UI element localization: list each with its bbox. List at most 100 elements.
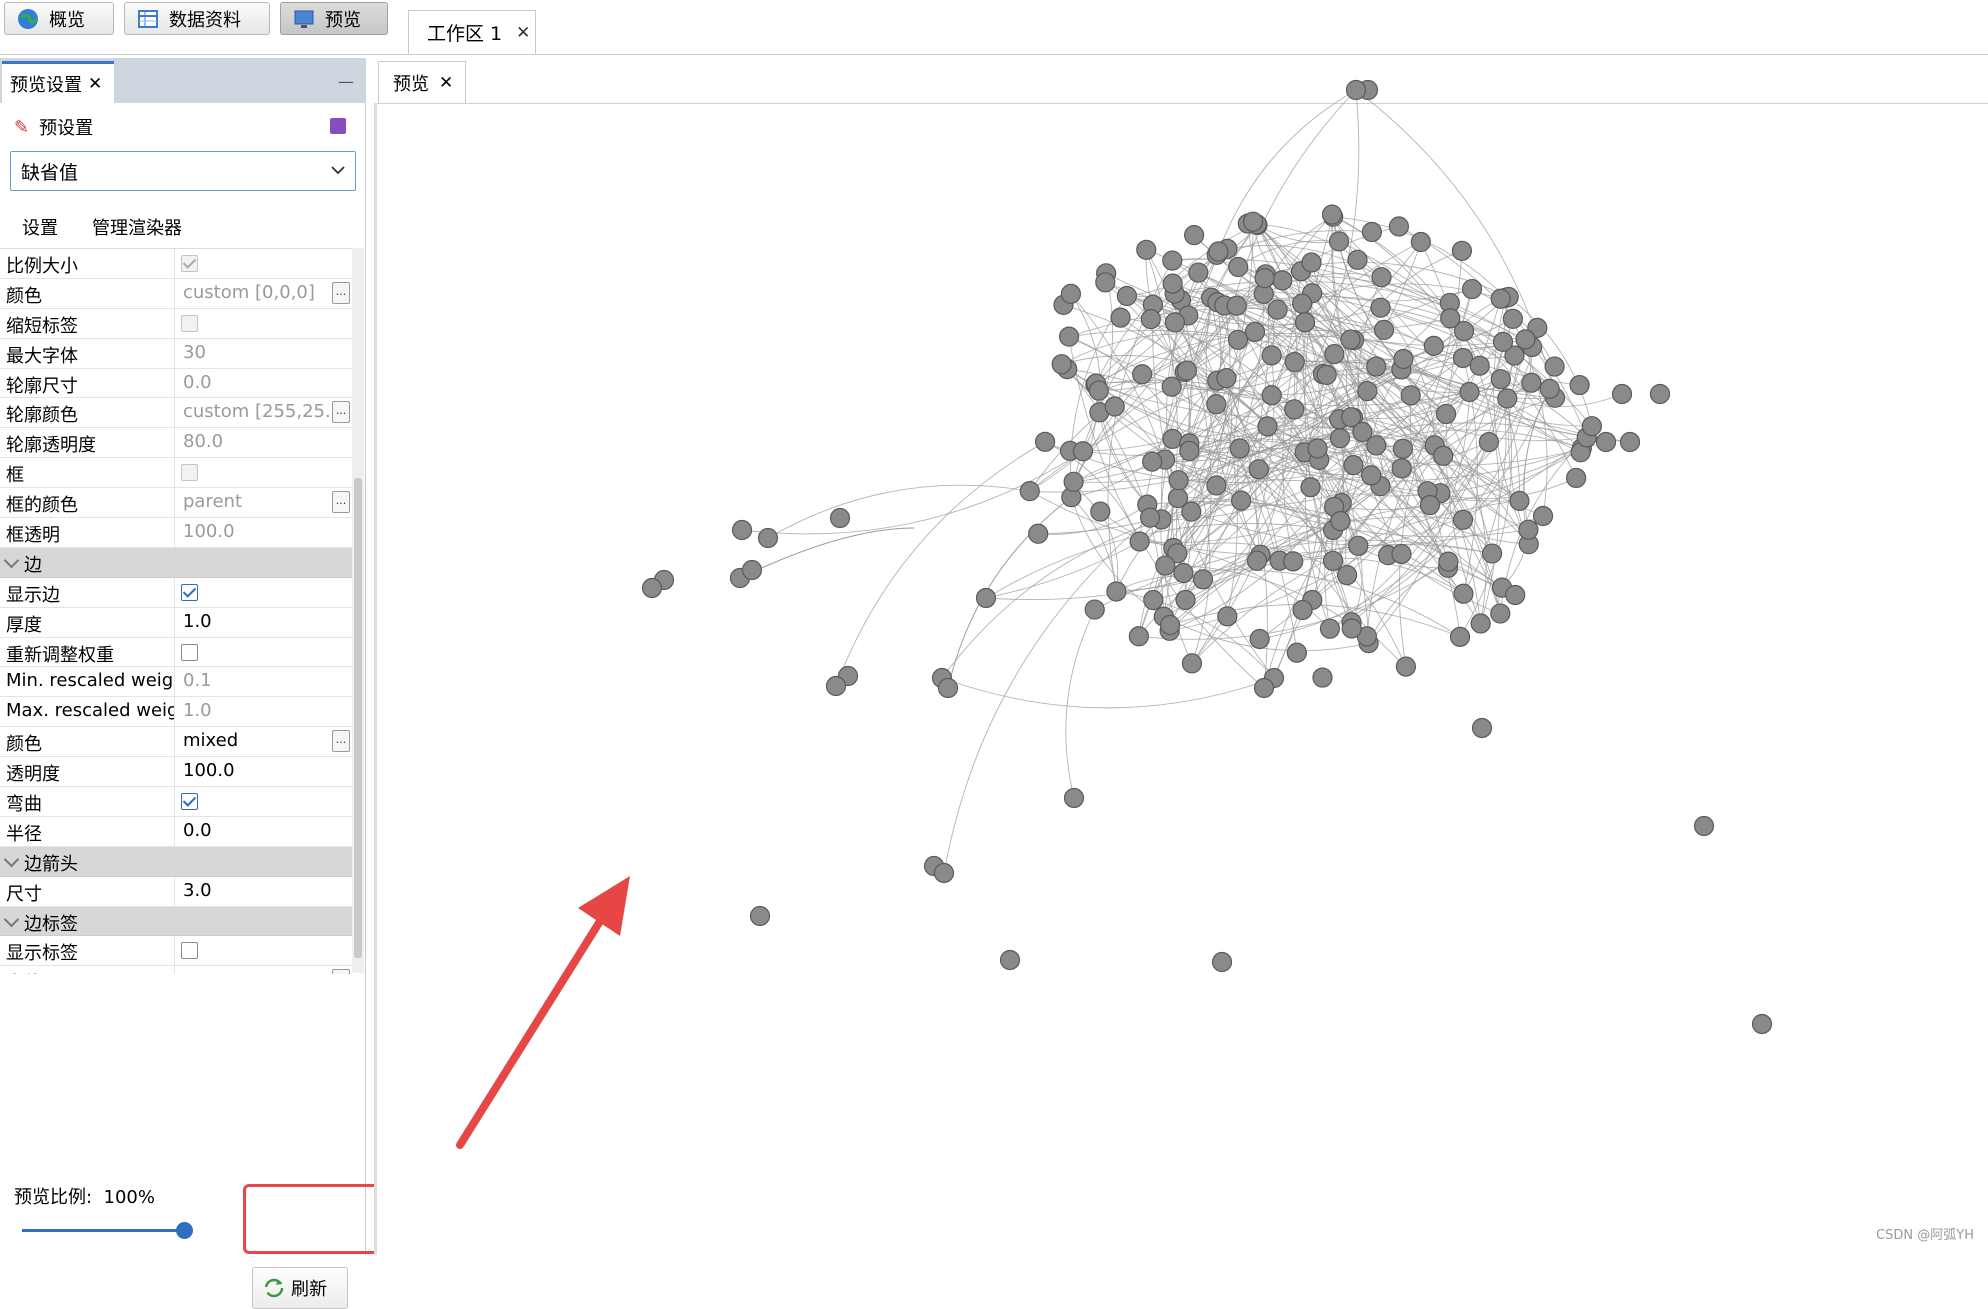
graph-node[interactable] [1058,326,1080,347]
graph-node[interactable] [1319,618,1341,639]
graph-node[interactable] [1471,717,1493,739]
graph-node[interactable] [1395,656,1417,677]
graph-node[interactable] [1286,642,1307,663]
graph-node[interactable] [1261,345,1282,366]
graph-node[interactable] [1208,241,1229,262]
graph-node[interactable] [1470,613,1491,634]
property-section[interactable]: 边箭头 [0,846,352,877]
graph-node[interactable] [1388,216,1410,237]
graph-node[interactable] [1341,618,1362,639]
graph-node[interactable] [1176,360,1197,381]
graph-node[interactable] [1261,385,1282,406]
graph-node[interactable] [1254,267,1275,289]
graph-node[interactable] [1340,329,1361,350]
overview-button[interactable]: 概览 [4,2,114,35]
graph-node[interactable] [1532,505,1554,527]
graph-node[interactable] [1751,1013,1773,1035]
preview-button[interactable]: 预览 [280,2,388,35]
close-icon[interactable]: ✕ [516,23,530,43]
graph-node[interactable] [1693,815,1715,837]
graph-node[interactable] [1410,231,1431,253]
graph-node[interactable] [1329,428,1351,449]
graph-node[interactable] [1312,667,1333,688]
graph-node[interactable] [1469,355,1490,376]
graph-node[interactable] [1063,787,1085,809]
graph-node[interactable] [1090,501,1111,522]
graph-node[interactable] [1162,250,1183,271]
graph-node[interactable] [1181,653,1203,674]
graph-node[interactable] [1451,240,1473,261]
graph-node[interactable] [1566,467,1587,489]
graph-node[interactable] [1206,475,1227,496]
graph-node[interactable] [1019,481,1040,502]
graph-node[interactable] [1088,380,1109,401]
graph-node[interactable] [1063,471,1084,492]
graph-node[interactable] [1136,239,1157,260]
data-lab-button[interactable]: 数据资料 [124,2,270,35]
minimize-icon[interactable]: — [338,72,354,91]
graph-node[interactable] [1307,438,1328,459]
property-value[interactable]: Arial 10 □□ [174,966,352,974]
graph-node[interactable] [1435,403,1457,425]
graph-node[interactable] [1132,364,1153,385]
graph-node[interactable] [1155,555,1176,576]
graph-node[interactable] [1139,507,1161,528]
graph-node[interactable] [1142,451,1163,472]
graph-node[interactable] [1324,343,1345,365]
graph-node[interactable] [1035,431,1056,452]
graph-node[interactable] [1352,421,1373,443]
graph-node[interactable] [1478,431,1499,453]
graph-node[interactable] [999,949,1021,971]
graph-node[interactable] [1217,606,1238,627]
graph-node[interactable] [1361,465,1382,486]
graph-node[interactable] [1116,285,1137,307]
tab-manage-renderers[interactable]: 管理渲染器 [92,214,182,240]
graph-node[interactable] [1159,614,1181,636]
graph-node[interactable] [1371,267,1392,288]
chevron-down-icon[interactable] [3,552,20,569]
graph-node[interactable] [1162,273,1183,294]
property-value[interactable]: 100.0 [174,757,352,787]
graph-node[interactable] [1539,378,1560,399]
graph-node[interactable] [1168,470,1189,491]
tab-settings[interactable]: 设置 [22,214,58,240]
graph-node[interactable] [641,577,663,599]
graph-node[interactable] [1459,381,1480,403]
property-section[interactable]: 边标签 [0,906,352,937]
chevron-down-icon[interactable] [3,911,20,927]
graph-node[interactable] [1330,511,1351,532]
graph-node[interactable] [1248,459,1269,480]
scrollbar-thumb[interactable] [354,478,362,958]
graph-node[interactable] [1181,501,1202,522]
graph-node[interactable] [1337,564,1358,586]
graph-node[interactable] [1452,347,1474,369]
graph-node[interactable] [1188,262,1209,283]
graph-node[interactable] [933,862,955,884]
graph-node[interactable] [1357,380,1378,402]
graph-node[interactable] [1253,677,1275,699]
graph-node[interactable] [1423,335,1444,356]
graph-node[interactable] [1227,329,1249,350]
graph-node[interactable] [1179,440,1200,462]
property-section[interactable]: 边 [0,547,352,578]
property-checkbox[interactable] [181,583,198,601]
graph-node[interactable] [1440,308,1461,329]
graph-node[interactable] [1490,603,1511,624]
graph-node[interactable] [1161,376,1182,397]
graph-node[interactable] [1521,372,1542,393]
property-value[interactable]: 0.0 [174,816,352,846]
graph-node[interactable] [1316,364,1337,385]
graph-node[interactable] [749,905,771,927]
graph-node[interactable] [1321,204,1343,225]
property-value[interactable]: 1.0 [174,607,352,637]
graph-node[interactable] [1322,550,1344,571]
property-scrollbar[interactable] [352,248,364,973]
property-checkbox[interactable] [181,643,198,661]
ellipsis-button[interactable]: ... [332,730,350,753]
graph-node[interactable] [1544,356,1565,377]
graph-node[interactable] [1328,231,1350,252]
chevron-down-icon[interactable] [3,851,20,868]
graph-node[interactable] [1206,394,1227,415]
graph-node[interactable] [1294,312,1316,333]
graph-node[interactable] [1244,321,1266,342]
